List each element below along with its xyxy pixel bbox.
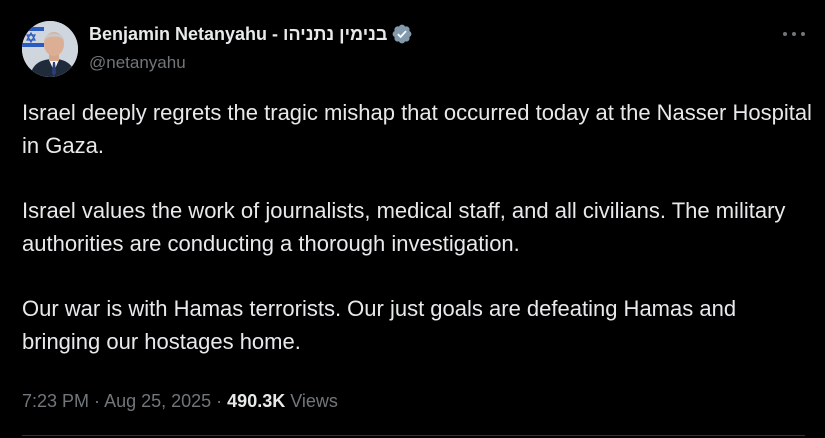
avatar-image	[22, 21, 78, 77]
dot	[801, 32, 805, 36]
dot	[792, 32, 796, 36]
post-text: Israel deeply regrets the tragic mishap …	[22, 96, 812, 390]
views-label: Views	[290, 391, 338, 411]
divider	[22, 435, 805, 436]
verified-badge-icon[interactable]	[391, 23, 413, 45]
tweet-card: Benjamin Netanyahu - בנימין נתניהו @neta…	[0, 0, 825, 438]
more-options-icon[interactable]	[783, 25, 805, 43]
meta-separator: ·	[211, 391, 228, 411]
author-handle[interactable]: @netanyahu	[89, 52, 186, 74]
views-count[interactable]: 490.3K	[227, 391, 285, 411]
author-display-name[interactable]: Benjamin Netanyahu - בנימין נתניהו	[89, 22, 387, 46]
post-date[interactable]: Aug 25, 2025	[104, 391, 211, 411]
meta-separator: ·	[89, 391, 105, 411]
author-name-row: Benjamin Netanyahu - בנימין נתניהו	[89, 22, 413, 46]
post-paragraph: Israel values the work of journalists, m…	[22, 198, 786, 256]
post-paragraph: Our war is with Hamas terrorists. Our ju…	[22, 296, 737, 354]
post-metadata: 7:23 PM · Aug 25, 2025 · 490.3K Views	[22, 388, 338, 414]
dot	[783, 32, 787, 36]
post-paragraph: Israel deeply regrets the tragic mishap …	[22, 100, 812, 158]
profile-avatar[interactable]	[22, 21, 78, 77]
post-time[interactable]: 7:23 PM	[22, 391, 89, 411]
